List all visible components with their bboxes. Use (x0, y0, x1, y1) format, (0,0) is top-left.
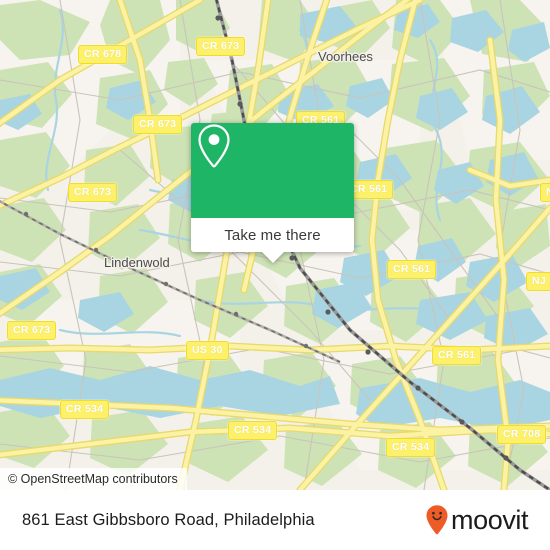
osm-attribution[interactable]: © OpenStreetMap contributors (0, 468, 187, 490)
road-shield: CR 534 (386, 438, 436, 457)
road-shield: N (540, 183, 550, 202)
road-shield: CR 673 (196, 37, 246, 56)
road-shield: CR 673 (7, 321, 57, 340)
destination-popup[interactable]: Take me there (191, 123, 354, 263)
take-me-there-label: Take me there (224, 226, 321, 244)
moovit-smiley-pin-icon: moovit (426, 505, 529, 535)
road-shield: US 30 (186, 341, 229, 360)
road-shield: CR 708 (497, 425, 547, 444)
popup-tail (261, 252, 284, 263)
map-canvas[interactable]: CR 678 CR 673 CR 673 CR 561 CR 673 CR 561 N CR … (0, 0, 550, 490)
map-screenshot: CR 678 CR 673 CR 673 CR 561 CR 673 CR 561 N CR … (0, 0, 550, 550)
road-shield: CR 673 (133, 115, 183, 134)
road-shield: CR 561 (387, 260, 437, 279)
moovit-logo[interactable]: moovit (424, 503, 536, 537)
place-label: Voorhees (318, 49, 373, 64)
road-shield: CR 561 (432, 346, 482, 365)
popup-pin-area (191, 123, 354, 218)
address-label: 861 East Gibbsboro Road, Philadelphia (22, 510, 315, 529)
road-shield: CR 673 (68, 183, 118, 202)
footer-bar: 861 East Gibbsboro Road, Philadelphia mo… (0, 490, 550, 550)
svg-text:moovit: moovit (451, 505, 529, 535)
road-shield: NJ 7 (526, 272, 550, 291)
road-shield: CR 534 (228, 421, 278, 440)
road-shield: CR 678 (78, 45, 128, 64)
road-shield: CR 534 (60, 400, 110, 419)
location-pin-icon (198, 124, 230, 168)
place-label: Lindenwold (104, 255, 170, 270)
take-me-there-button[interactable]: Take me there (191, 218, 354, 263)
